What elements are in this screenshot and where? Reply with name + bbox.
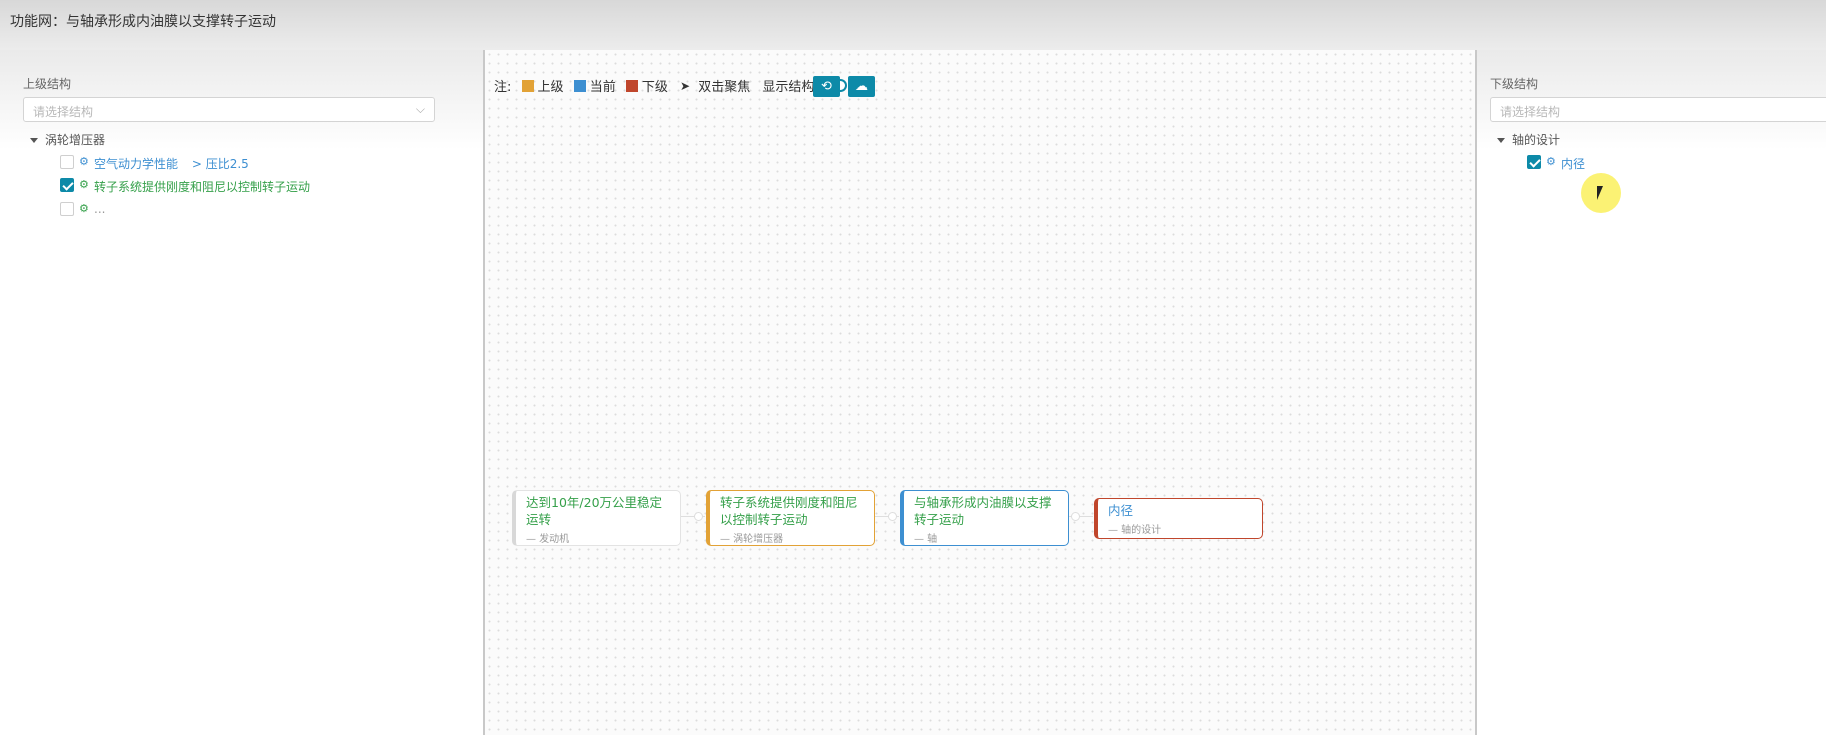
refresh-button[interactable]: ⟲ xyxy=(813,76,840,97)
tree-node-label: 涡轮增压器 xyxy=(45,133,106,147)
tree-item-label: 内径 xyxy=(1561,157,1586,171)
graph-node-upper[interactable]: 转子系统提供刚度和阻尼以控制转子运动 — 涡轮增压器 xyxy=(706,490,875,546)
upper-structure-select[interactable]: 请选择结构 ⌵ xyxy=(23,97,435,122)
lower-structure-label: 下级结构 xyxy=(1490,77,1539,91)
graph-node-current[interactable]: 与轴承形成内油膜以支撑转子运动 — 轴 xyxy=(900,490,1069,546)
legend-swatch-current xyxy=(573,79,586,92)
tree-item-checkbox-3[interactable] xyxy=(60,202,74,216)
caret-down-icon[interactable] xyxy=(30,138,38,143)
tree-item-rotor[interactable]: 转子系统提供刚度和阻尼以控制转子运动 xyxy=(94,178,310,196)
tree-item-inner-diameter[interactable]: 内径 xyxy=(1561,155,1585,173)
select-placeholder: 请选择结构 xyxy=(33,105,94,119)
tree-item-label: ... xyxy=(94,202,106,216)
node-title: 转子系统提供刚度和阻尼以控制转子运动 xyxy=(720,495,858,527)
lower-structure-panel xyxy=(1477,50,1826,735)
gears-icon: ⚙ xyxy=(1546,155,1556,168)
lower-structure-select[interactable]: 请选择结构 xyxy=(1490,97,1826,122)
graph-node-engine[interactable]: 达到10年/20万公里稳定运转 — 发动机 xyxy=(512,490,681,546)
node-subtitle: — 发动机 xyxy=(526,534,570,545)
tree-node-label: 轴的设计 xyxy=(1512,133,1561,147)
legend-swatch-upper xyxy=(521,79,534,92)
connector-dot xyxy=(888,512,897,521)
legend-double-click: 双击聚焦 xyxy=(698,80,751,95)
show-structure-label: 显示结构 xyxy=(762,80,815,95)
mouse-cursor-icon xyxy=(1597,186,1603,200)
select-placeholder: 请选择结构 xyxy=(1500,105,1561,119)
tree-item-more[interactable]: ... xyxy=(94,202,105,220)
gears-icon: ⚙ xyxy=(79,155,89,168)
tree-item-extra: > 压比2.5 xyxy=(191,157,249,171)
legend-note: 注: xyxy=(494,80,512,95)
node-title: 达到10年/20万公里稳定运转 xyxy=(526,495,663,527)
node-title: 内径 xyxy=(1108,503,1134,518)
legend-upper: 上级 xyxy=(537,80,564,95)
legend-current: 当前 xyxy=(589,80,616,95)
connector-dot xyxy=(1071,512,1080,521)
gears-icon: ⚙ xyxy=(79,202,89,215)
tree-item-checkbox-1[interactable] xyxy=(60,155,74,169)
node-subtitle: — 轴 xyxy=(914,534,938,545)
tree-item-aero[interactable]: 空气动力学性能 > 压比2.5 xyxy=(94,155,249,173)
legend-swatch-lower xyxy=(625,79,638,92)
graph-node-lower[interactable]: 内径 — 轴的设计 xyxy=(1094,498,1263,539)
gears-icon: ⚙ xyxy=(79,178,89,191)
graph-canvas[interactable] xyxy=(485,50,1475,735)
page-title: 功能网：与轴承形成内油膜以支撑转子运动 xyxy=(10,14,276,30)
upper-structure-label: 上级结构 xyxy=(23,77,72,91)
tree-item-checkbox[interactable] xyxy=(1527,155,1541,169)
node-subtitle: — 涡轮增压器 xyxy=(720,534,784,545)
tree-item-checkbox-2[interactable] xyxy=(60,178,74,192)
legend: 注: 上级 当前 下级 ➤ 双击聚焦 显示结构 xyxy=(494,76,847,98)
cloud-upload-icon: ☁ xyxy=(855,79,868,94)
upper-structure-panel xyxy=(0,50,483,735)
tree-item-label: 转子系统提供刚度和阻尼以控制转子运动 xyxy=(94,180,311,194)
pointer-icon: ➤ xyxy=(680,78,691,93)
connector-dot xyxy=(694,512,703,521)
node-subtitle: — 轴的设计 xyxy=(1108,525,1162,536)
caret-down-icon[interactable] xyxy=(1497,138,1505,143)
tree-item-label: 空气动力学性能 xyxy=(94,157,179,171)
legend-lower: 下级 xyxy=(641,80,668,95)
title-bar: 功能网：与轴承形成内油膜以支撑转子运动 xyxy=(0,0,1826,50)
tree-node-root[interactable]: 轴的设计 xyxy=(1497,131,1560,149)
upload-button[interactable]: ☁ xyxy=(848,76,875,97)
tree-node-root[interactable]: 涡轮增压器 xyxy=(30,131,105,149)
refresh-icon: ⟲ xyxy=(821,79,832,94)
node-title: 与轴承形成内油膜以支撑转子运动 xyxy=(914,495,1052,527)
chevron-down-icon: ⌵ xyxy=(415,102,425,116)
